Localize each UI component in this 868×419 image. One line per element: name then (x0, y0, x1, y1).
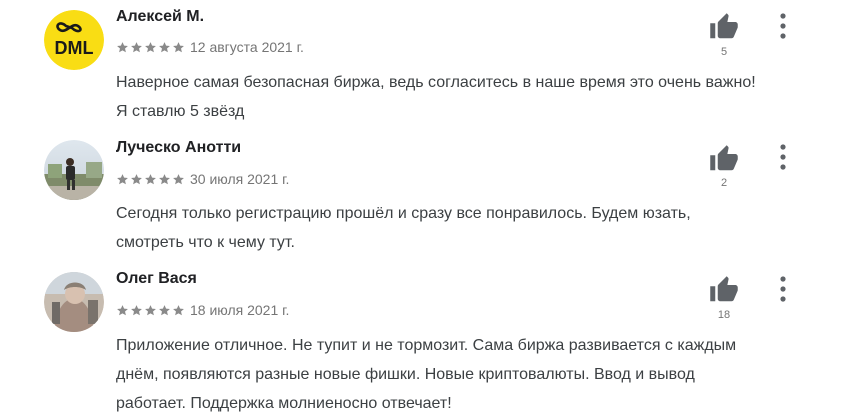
review-meta: 12 августа 2021 г. (116, 39, 304, 55)
star-icon (173, 41, 184, 52)
more-vert-icon[interactable] (775, 12, 791, 40)
helpful-count: 2 (720, 177, 728, 189)
thumbs-up-icon[interactable] (708, 12, 740, 42)
review-author: Луческо Анотти (116, 139, 242, 156)
star-icon (131, 304, 142, 315)
review-date: 12 августа 2021 г. (190, 39, 304, 55)
review-text: Наверное самая безопасная биржа, ведь со… (116, 68, 826, 126)
review-text: Сегодня только регистрацию прошёл и сраз… (116, 199, 826, 257)
avatar[interactable] (44, 272, 104, 332)
review-text: Приложение отличное. Не тупит и не тормо… (116, 331, 826, 418)
more-vert-icon[interactable] (775, 275, 791, 303)
avatar[interactable]: DML (44, 10, 104, 70)
thumbs-up-icon[interactable] (708, 275, 740, 305)
review-author: Алексей М. (116, 8, 205, 25)
avatar-label: DML (55, 38, 94, 58)
star-icon (131, 173, 142, 184)
star-icon (159, 41, 170, 52)
star-rating (116, 173, 185, 186)
avatar-photo (44, 272, 104, 332)
review-meta: 18 июля 2021 г. (116, 302, 289, 318)
helpful-count: 5 (720, 46, 728, 58)
thumbs-up-icon[interactable] (708, 144, 740, 174)
star-icon (173, 173, 184, 184)
review-author: Олег Вася (116, 270, 197, 287)
star-icon (117, 173, 128, 184)
review-text-line: Наверное самая безопасная биржа, ведь со… (116, 74, 756, 91)
star-icon (159, 304, 170, 315)
star-icon (173, 304, 184, 315)
star-icon (159, 173, 170, 184)
review-text-line: смотреть что к чему тут. (116, 234, 295, 251)
star-rating (116, 304, 185, 317)
star-rating (116, 41, 185, 54)
review-text-line: Сегодня только регистрацию прошёл и сраз… (116, 205, 691, 222)
star-icon (117, 41, 128, 52)
star-icon (145, 173, 156, 184)
review-meta: 30 июля 2021 г. (116, 171, 289, 187)
avatar-dml-logo: DML (44, 10, 104, 70)
star-icon (117, 304, 128, 315)
more-vert-icon[interactable] (775, 143, 791, 171)
review-text-line: Я ставлю 5 звёзд (116, 103, 245, 120)
helpful-count: 18 (717, 309, 731, 321)
star-icon (145, 304, 156, 315)
review-text-line: работает. Поддержка молниеносно отвечает… (116, 395, 452, 412)
review-date: 18 июля 2021 г. (190, 302, 290, 318)
star-icon (131, 41, 142, 52)
review-date: 30 июля 2021 г. (190, 171, 290, 187)
avatar[interactable] (44, 140, 104, 200)
review-text-line: днём, появляются разные новые фишки. Нов… (116, 366, 695, 383)
review-text-line: Приложение отличное. Не тупит и не тормо… (116, 337, 737, 354)
avatar-photo (44, 140, 104, 200)
star-icon (145, 41, 156, 52)
